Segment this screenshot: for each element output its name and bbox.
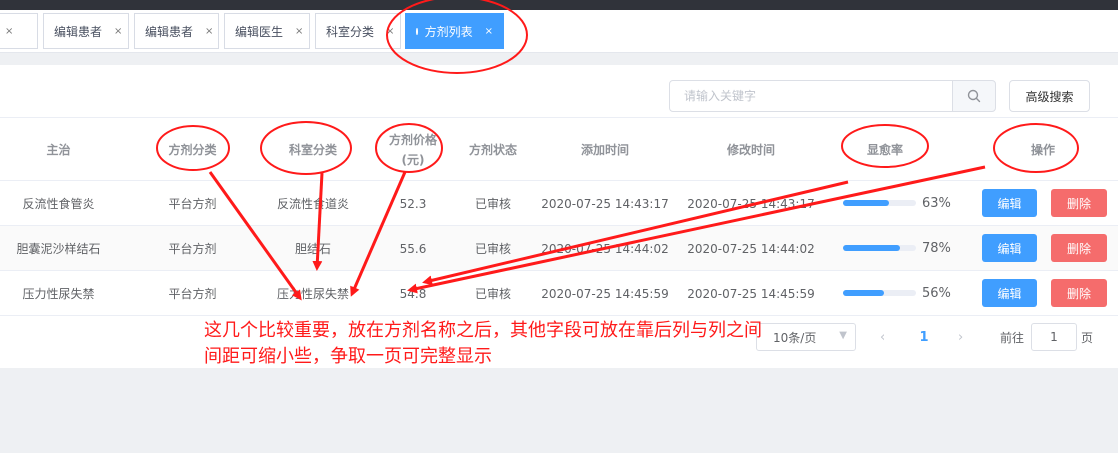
rate-progress-bar (843, 290, 916, 296)
tags-view-bar: 表 × 编辑患者 × 编辑患者 × 编辑医生 × 科室分类 × 方剂列表 × (0, 10, 1118, 53)
cell-zhuzhi: 胆囊泥沙样结石 (16, 242, 101, 256)
header-rate: 显愈率 (866, 143, 903, 157)
tab-label: 编辑患者 (54, 24, 103, 39)
rate-label: 78% (922, 241, 951, 256)
cell-price: 55.6 (399, 241, 427, 256)
edit-button[interactable]: 编辑 (982, 234, 1037, 262)
close-icon[interactable]: × (205, 26, 213, 37)
tab-label: 方剂列表 (424, 24, 473, 39)
tab-4[interactable]: 编辑医生 × (224, 13, 310, 49)
cell-category: 平台方剂 (168, 287, 217, 301)
tab-prescription-list[interactable]: 方剂列表 × (405, 13, 504, 49)
goto-label: 前往 (1000, 330, 1025, 345)
tab-3[interactable]: 编辑患者 × (134, 13, 219, 49)
header-zhuzhi: 主治 (46, 143, 71, 157)
delete-button[interactable]: 删除 (1051, 234, 1107, 262)
close-icon[interactable]: × (114, 26, 122, 37)
cell-zhuzhi: 压力性尿失禁 (22, 287, 95, 301)
rate-label: 63% (922, 196, 951, 211)
cell-category: 平台方剂 (168, 242, 217, 256)
cell-dept: 压力性尿失禁 (276, 287, 349, 301)
edit-button[interactable]: 编辑 (982, 189, 1037, 217)
header-status: 方剂状态 (468, 143, 517, 157)
rate-progress-fill (843, 245, 900, 251)
cell-dept: 反流性食道炎 (276, 197, 349, 211)
header-modified: 修改时间 (726, 143, 775, 157)
close-icon[interactable]: × (485, 26, 493, 37)
annotation-note: 这几个比较重要，放在方剂名称之后，其他字段可放在靠后列与列之间间距可缩小些，争取… (204, 320, 762, 367)
close-icon[interactable]: × (295, 26, 303, 37)
cell-added: 2020-07-25 14:45:59 (541, 286, 669, 301)
cell-added: 2020-07-25 14:44:02 (541, 241, 669, 256)
cell-modified: 2020-07-25 14:45:59 (687, 286, 815, 301)
rate-label: 56% (922, 286, 951, 301)
header-added: 添加时间 (580, 143, 629, 157)
cell-status: 已审核 (474, 287, 511, 301)
page-number-current[interactable]: 1 (912, 323, 936, 351)
delete-button[interactable]: 删除 (1051, 189, 1107, 217)
delete-button[interactable]: 删除 (1051, 279, 1107, 307)
active-dot-icon (416, 27, 418, 35)
chevron-down-icon: ▼ (839, 330, 847, 341)
table-header: 主治 方剂分类 科室分类 方剂价格 (元) 方剂状态 添加时间 修改时间 显愈率… (0, 117, 1118, 181)
cell-modified: 2020-07-25 14:43:17 (687, 196, 815, 211)
tab-label: 编辑医生 (235, 24, 284, 39)
top-dark-bar (0, 0, 1118, 10)
cell-zhuzhi: 反流性食管炎 (22, 197, 95, 211)
rate-progress-fill (843, 290, 884, 296)
cell-price: 52.3 (399, 196, 427, 211)
cell-dept: 胆结石 (294, 242, 331, 256)
next-page-button[interactable]: › (958, 323, 963, 351)
header-dept: 科室分类 (288, 143, 337, 157)
cell-modified: 2020-07-25 14:44:02 (687, 241, 815, 256)
rate-progress-bar (843, 200, 916, 206)
tab-1[interactable]: 表 × (0, 13, 38, 49)
search-icon (967, 89, 981, 103)
goto-suffix-label: 页 (1081, 330, 1094, 345)
tab-label: 科室分类 (326, 24, 375, 39)
close-icon[interactable]: × (5, 26, 13, 37)
header-actions: 操作 (1030, 143, 1055, 157)
table-row: 压力性尿失禁 平台方剂 压力性尿失禁 54.8 已审核 2020-07-25 1… (0, 271, 1118, 316)
prev-page-button[interactable]: ‹ (880, 323, 885, 351)
cell-added: 2020-07-25 14:43:17 (541, 196, 669, 211)
page-size-value: 10条/页 (773, 330, 817, 345)
search-button[interactable] (952, 80, 996, 112)
tab-2[interactable]: 编辑患者 × (43, 13, 129, 49)
close-icon[interactable]: × (386, 26, 394, 37)
edit-button[interactable]: 编辑 (982, 279, 1037, 307)
table-row: 反流性食管炎 平台方剂 反流性食道炎 52.3 已审核 2020-07-25 1… (0, 181, 1118, 226)
rate-progress-bar (843, 245, 916, 251)
tab-label: 编辑患者 (145, 24, 194, 39)
goto-page-input[interactable] (1031, 323, 1077, 351)
page-size-select[interactable]: 10条/页 ▼ (756, 323, 856, 351)
table-row: 胆囊泥沙样结石 平台方剂 胆结石 55.6 已审核 2020-07-25 14:… (0, 226, 1118, 271)
tab-5[interactable]: 科室分类 × (315, 13, 401, 49)
header-category: 方剂分类 (168, 143, 217, 157)
cell-price: 54.8 (399, 286, 427, 301)
cell-status: 已审核 (474, 242, 511, 256)
rate-progress-fill (843, 200, 889, 206)
advanced-search-button[interactable]: 高级搜索 (1009, 80, 1090, 112)
cell-category: 平台方剂 (168, 197, 217, 211)
cell-status: 已审核 (474, 197, 511, 211)
header-price: 方剂价格 (元) (388, 133, 437, 167)
search-input[interactable] (669, 80, 953, 112)
